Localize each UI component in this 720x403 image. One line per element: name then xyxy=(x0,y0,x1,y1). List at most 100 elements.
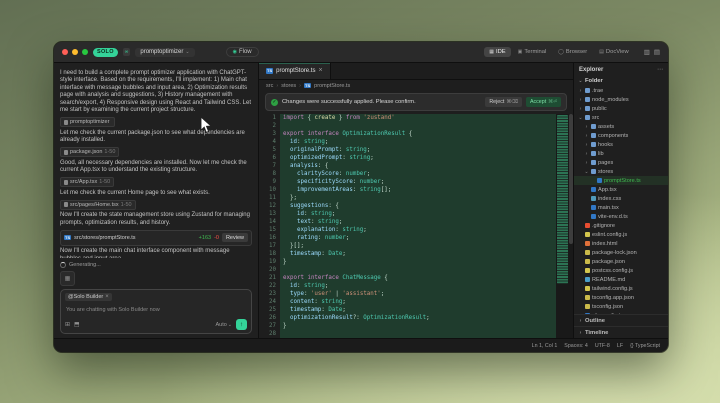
code-line[interactable]: 7 analysis: { xyxy=(259,162,556,170)
indentation[interactable]: Spaces: 4 xyxy=(564,343,588,349)
eol-type[interactable]: LF xyxy=(617,343,623,349)
code-line[interactable]: 5 originalPrompt: string; xyxy=(259,146,556,154)
scrollbar[interactable] xyxy=(569,114,573,338)
review-button[interactable]: Review xyxy=(222,233,248,242)
tree-item-tsconfig-json[interactable]: tsconfig.json xyxy=(574,302,668,311)
code-line[interactable]: 25 timestamp: Date; xyxy=(259,306,556,314)
tree-item-pages[interactable]: ›pages xyxy=(574,158,668,167)
code-line[interactable]: 17 }[]; xyxy=(259,242,556,250)
language-mode[interactable]: {} TypeScript xyxy=(630,343,660,349)
toggle-sidebar-icon[interactable]: ▥ xyxy=(644,48,650,56)
tree-item-readme-md[interactable]: README.md xyxy=(574,275,668,284)
tree-item-package-lock-json[interactable]: package-lock.json xyxy=(574,248,668,257)
code-line[interactable]: 12 suggestions: { xyxy=(259,202,556,210)
tree-item-src[interactable]: ⌄src xyxy=(574,113,668,122)
tree-item-promptstore-ts[interactable]: promptStore.ts xyxy=(574,176,668,185)
tab-terminal[interactable]: ▣Terminal xyxy=(513,47,552,57)
explorer-root[interactable]: ⌄ Folder xyxy=(574,76,668,86)
mode-selector[interactable]: Auto ⌄ xyxy=(215,322,232,328)
minimize-button[interactable] xyxy=(72,49,78,55)
code-line[interactable]: 4 id: string; xyxy=(259,138,556,146)
file-reference-chip[interactable]: src/App.tsx1-50 xyxy=(60,177,114,187)
code-line[interactable]: 27} xyxy=(259,322,556,330)
tree-item-main-tsx[interactable]: main.tsx xyxy=(574,203,668,212)
remove-mention-icon[interactable]: × xyxy=(105,295,109,300)
tab-docview[interactable]: ▤DocView xyxy=(594,47,634,57)
file-reference-chip[interactable]: package.json1-50 xyxy=(60,147,119,157)
code-line[interactable]: 24 content: string; xyxy=(259,298,556,306)
tree-item-tailwind-config-js[interactable]: tailwind.config.js xyxy=(574,284,668,293)
close-button[interactable] xyxy=(62,49,68,55)
timeline-section[interactable]: › Timeline xyxy=(574,326,668,338)
file-icon xyxy=(64,150,68,155)
tree-item-eslint-config-js[interactable]: eslint.config.js xyxy=(574,230,668,239)
code-line[interactable]: 13 id: string; xyxy=(259,210,556,218)
attachment-thumbnail[interactable]: ▦ xyxy=(60,271,75,286)
tree-item--gitignore[interactable]: .gitignore xyxy=(574,221,668,230)
code-line[interactable]: 2 xyxy=(259,122,556,130)
tree-item-package-json[interactable]: package.json xyxy=(574,257,668,266)
tree-item-assets[interactable]: ›assets xyxy=(574,122,668,131)
code-line[interactable]: 9 specificityScore: number; xyxy=(259,178,556,186)
tree-item-hooks[interactable]: ›hooks xyxy=(574,140,668,149)
toggle-panel-icon[interactable]: ▤ xyxy=(654,48,660,56)
file-reference-chip[interactable]: promptoptimizer xyxy=(60,117,115,127)
code-line[interactable]: 15 explanation: string; xyxy=(259,226,556,234)
mention-chip[interactable]: @Solo Builder × xyxy=(65,293,112,301)
send-button[interactable]: ↑ xyxy=(236,319,247,330)
cursor-position[interactable]: Ln 1, Col 1 xyxy=(532,343,558,349)
code-line[interactable]: 1import { create } from 'zustand' xyxy=(259,114,556,122)
tree-item-stores[interactable]: ⌄stores xyxy=(574,167,668,176)
close-tab-icon[interactable]: × xyxy=(318,68,322,74)
code-line[interactable]: 22 id: string; xyxy=(259,282,556,290)
solo-mode-icon[interactable]: ∞ xyxy=(123,48,131,56)
tree-item-app-tsx[interactable]: App.tsx xyxy=(574,185,668,194)
tree-item-index-css[interactable]: index.css xyxy=(574,194,668,203)
editor-tab[interactable]: TS promptStore.ts × xyxy=(259,63,331,79)
code-line[interactable]: 11 }; xyxy=(259,194,556,202)
tree-item-postcss-config-js[interactable]: postcss.config.js xyxy=(574,266,668,275)
image-upload-icon[interactable]: ⬒ xyxy=(74,321,80,328)
tree-item--trae[interactable]: ›.trae xyxy=(574,86,668,95)
tree-item-index-html[interactable]: index.html xyxy=(574,239,668,248)
add-context-icon[interactable]: ⊞ xyxy=(65,321,70,328)
code-line[interactable]: 14 text: string; xyxy=(259,218,556,226)
more-actions-icon[interactable]: ⋯ xyxy=(657,66,663,73)
crumb-file[interactable]: promptStore.ts xyxy=(314,83,350,89)
tree-item-tsconfig-app-json[interactable]: tsconfig.app.json xyxy=(574,293,668,302)
accept-button[interactable]: Accept ⌘⏎ xyxy=(526,97,561,107)
diff-card[interactable]: TSsrc/stores/promptStore.ts+163-0Review xyxy=(60,230,252,246)
code-line[interactable]: 6 optimizedPrompt: string; xyxy=(259,154,556,162)
maximize-button[interactable] xyxy=(82,49,88,55)
code-line[interactable]: 16 rating: number; xyxy=(259,234,556,242)
scrollbar-thumb[interactable] xyxy=(569,114,573,244)
crumb-src[interactable]: src xyxy=(266,83,273,89)
code-line[interactable]: 18 timestamp: Date; xyxy=(259,250,556,258)
file-reference-chip[interactable]: src/pages/Home.tsx1-50 xyxy=(60,200,136,210)
tree-item-public[interactable]: ›public xyxy=(574,104,668,113)
code-line[interactable]: 20 xyxy=(259,266,556,274)
flow-button[interactable]: ◉ Flow xyxy=(226,47,259,57)
encoding[interactable]: UTF-8 xyxy=(595,343,610,349)
tab-browser[interactable]: ◯Browser xyxy=(553,47,592,57)
code-area[interactable]: 1import { create } from 'zustand'23expor… xyxy=(259,114,573,338)
code-line[interactable]: 28 xyxy=(259,330,556,338)
tree-item-vite-env-d-ts[interactable]: vite-env.d.ts xyxy=(574,212,668,221)
tree-item-components[interactable]: ›components xyxy=(574,131,668,140)
code-line[interactable]: 10 improvementAreas: string[]; xyxy=(259,186,556,194)
code-line[interactable]: 19} xyxy=(259,258,556,266)
code-line[interactable]: 8 clarityScore: number; xyxy=(259,170,556,178)
tree-item-lib[interactable]: ›lib xyxy=(574,149,668,158)
tree-item-node-modules[interactable]: ›node_modules xyxy=(574,95,668,104)
code-line[interactable]: 26 optimizationResult?: OptimizationResu… xyxy=(259,314,556,322)
code-line[interactable]: 21export interface ChatMessage { xyxy=(259,274,556,282)
code-line[interactable]: 3export interface OptimizationResult { xyxy=(259,130,556,138)
tab-ide[interactable]: ▦IDE xyxy=(484,47,510,57)
reject-button[interactable]: Reject ⌘⌫ xyxy=(485,97,522,107)
code-line[interactable]: 23 type: 'user' | 'assistant'; xyxy=(259,290,556,298)
crumb-stores[interactable]: stores xyxy=(281,83,296,89)
minimap[interactable] xyxy=(556,114,569,338)
chat-input[interactable]: @Solo Builder × You are chatting with So… xyxy=(60,289,252,334)
outline-section[interactable]: › Outline xyxy=(574,314,668,326)
project-tab[interactable]: promptoptimizer ⌄ xyxy=(135,48,194,57)
